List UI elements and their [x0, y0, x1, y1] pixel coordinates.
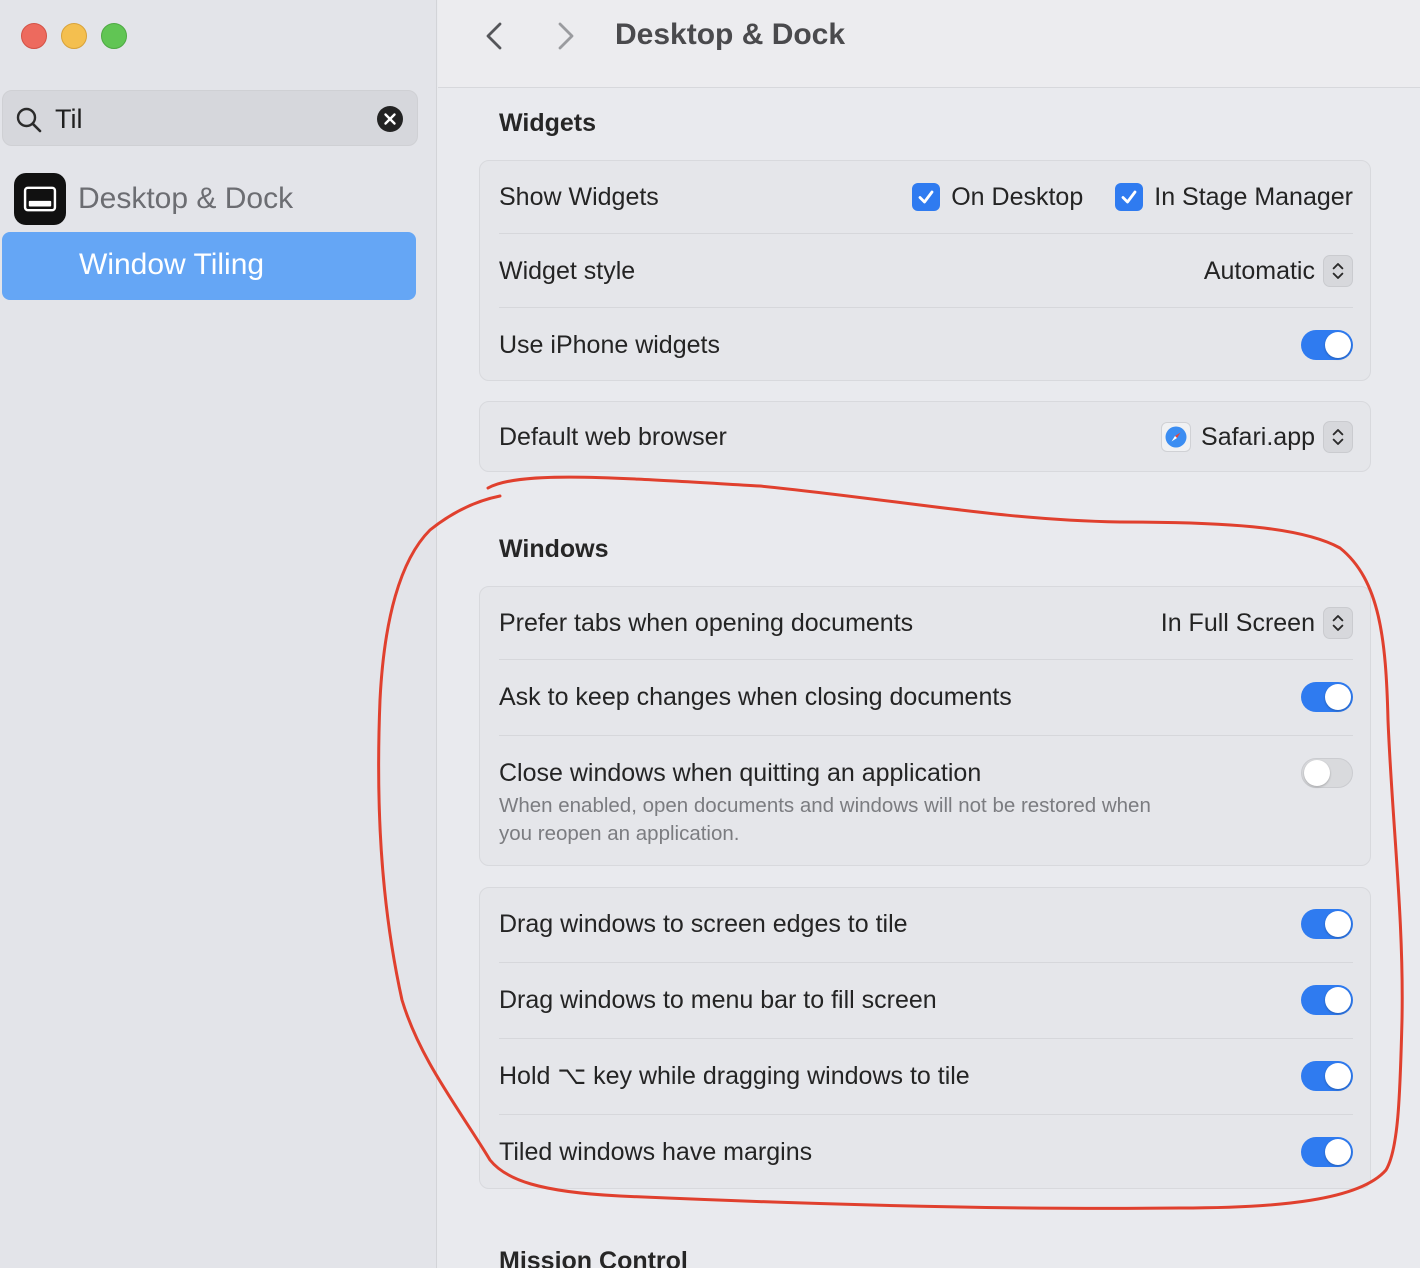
widget-style-popup[interactable]: Automatic: [1204, 255, 1353, 287]
in-stage-manager-checkbox[interactable]: [1115, 183, 1144, 211]
iphone-widgets-row: Use iPhone widgets: [499, 323, 1353, 367]
settings-content: Widgets Show Widgets On Desktop In Stage…: [438, 89, 1420, 1268]
prefer-tabs-row: Prefer tabs when opening documents In Fu…: [499, 601, 1353, 645]
checkmark-icon: [1121, 190, 1137, 204]
description-line: When enabled, open documents and windows…: [499, 794, 1151, 817]
show-widgets-options: On Desktop In Stage Manager: [912, 183, 1353, 212]
hold-option-row: Hold ⌥ key while dragging windows to til…: [499, 1054, 1353, 1098]
divider: [499, 962, 1353, 963]
close-windows-label: Close windows when quitting an applicati…: [499, 758, 982, 787]
safari-compass-icon: [1161, 422, 1192, 452]
section-title-mission-control: Mission Control: [499, 1247, 688, 1268]
default-browser-row: Default web browser Safari.app: [499, 415, 1353, 459]
minimize-window-button[interactable]: [61, 23, 87, 49]
search-icon: [16, 107, 42, 133]
prefer-tabs-popup[interactable]: In Full Screen: [1161, 607, 1353, 639]
search-input[interactable]: [55, 101, 355, 137]
divider: [499, 1038, 1353, 1039]
divider: [499, 307, 1353, 308]
menu-bar-fill-toggle[interactable]: [1301, 985, 1353, 1015]
menu-bar-fill-row: Drag windows to menu bar to fill screen: [499, 978, 1353, 1022]
iphone-widgets-toggle[interactable]: [1301, 330, 1353, 360]
close-windows-description: When enabled, open documents and windows…: [499, 792, 1259, 848]
up-down-chevron-icon: [1323, 607, 1353, 639]
divider: [499, 233, 1353, 234]
close-windows-row: Close windows when quitting an applicati…: [499, 751, 1353, 795]
prefer-tabs-label: Prefer tabs when opening documents: [499, 608, 914, 637]
default-browser-popup[interactable]: Safari.app: [1161, 421, 1353, 453]
default-browser-label: Default web browser: [499, 422, 727, 451]
tiled-margins-row: Tiled windows have margins: [499, 1130, 1353, 1174]
toolbar: Desktop & Dock: [438, 0, 1420, 88]
ask-keep-changes-row: Ask to keep changes when closing documen…: [499, 675, 1353, 719]
widget-style-row: Widget style Automatic: [499, 249, 1353, 293]
description-line: you reopen an application.: [499, 822, 740, 845]
up-down-chevron-icon: [1323, 255, 1353, 287]
sidebar: Desktop & Dock Window Tiling: [0, 0, 437, 1268]
tiling-card: Drag windows to screen edges to tile Dra…: [479, 887, 1371, 1189]
windows-card: Prefer tabs when opening documents In Fu…: [479, 586, 1371, 866]
window-controls: [21, 23, 127, 49]
back-chevron-icon[interactable]: [480, 20, 510, 52]
section-title-widgets: Widgets: [499, 109, 596, 137]
on-desktop-label: On Desktop: [951, 182, 1084, 211]
ask-keep-changes-label: Ask to keep changes when closing documen…: [499, 682, 1012, 711]
ask-keep-changes-toggle[interactable]: [1301, 682, 1353, 712]
clear-search-icon[interactable]: [377, 106, 403, 132]
close-window-button[interactable]: [21, 23, 47, 49]
widget-style-label: Widget style: [499, 256, 636, 285]
close-windows-toggle[interactable]: [1301, 758, 1353, 788]
browser-card: Default web browser Safari.app: [479, 401, 1371, 472]
hold-option-label: Hold ⌥ key while dragging windows to til…: [499, 1062, 970, 1090]
in-stage-manager-label: In Stage Manager: [1154, 182, 1353, 211]
zoom-window-button[interactable]: [101, 23, 127, 49]
hold-option-toggle[interactable]: [1301, 1061, 1353, 1091]
checkmark-icon: [918, 190, 934, 204]
page-title: Desktop & Dock: [615, 18, 846, 51]
widgets-card: Show Widgets On Desktop In Stage Manager…: [479, 160, 1371, 381]
desktop-dock-icon: [14, 173, 66, 225]
divider: [499, 735, 1353, 736]
sidebar-app-label: Desktop & Dock: [78, 182, 294, 215]
section-title-windows: Windows: [499, 535, 609, 563]
search-field[interactable]: [2, 90, 418, 146]
iphone-widgets-label: Use iPhone widgets: [499, 330, 720, 359]
on-desktop-checkbox[interactable]: [912, 183, 941, 211]
sidebar-item-label: Window Tiling: [79, 248, 265, 281]
menu-bar-fill-label: Drag windows to menu bar to fill screen: [499, 985, 937, 1014]
show-widgets-row: Show Widgets On Desktop In Stage Manager: [499, 175, 1353, 219]
divider: [499, 659, 1353, 660]
divider: [499, 1114, 1353, 1115]
tile-edges-row: Drag windows to screen edges to tile: [499, 902, 1353, 946]
up-down-chevron-icon: [1323, 421, 1353, 453]
default-browser-value: Safari.app: [1201, 422, 1315, 451]
widget-style-value: Automatic: [1203, 256, 1315, 285]
tile-edges-toggle[interactable]: [1301, 909, 1353, 939]
tiled-margins-toggle[interactable]: [1301, 1137, 1353, 1167]
sidebar-item-window-tiling[interactable]: Window Tiling: [2, 232, 416, 300]
tiled-margins-label: Tiled windows have margins: [499, 1137, 813, 1166]
prefer-tabs-value: In Full Screen: [1160, 608, 1315, 637]
forward-chevron-icon[interactable]: [550, 20, 580, 52]
tile-edges-label: Drag windows to screen edges to tile: [499, 909, 908, 938]
sidebar-item-desktop-dock[interactable]: Desktop & Dock: [14, 172, 414, 226]
show-widgets-label: Show Widgets: [499, 182, 659, 211]
